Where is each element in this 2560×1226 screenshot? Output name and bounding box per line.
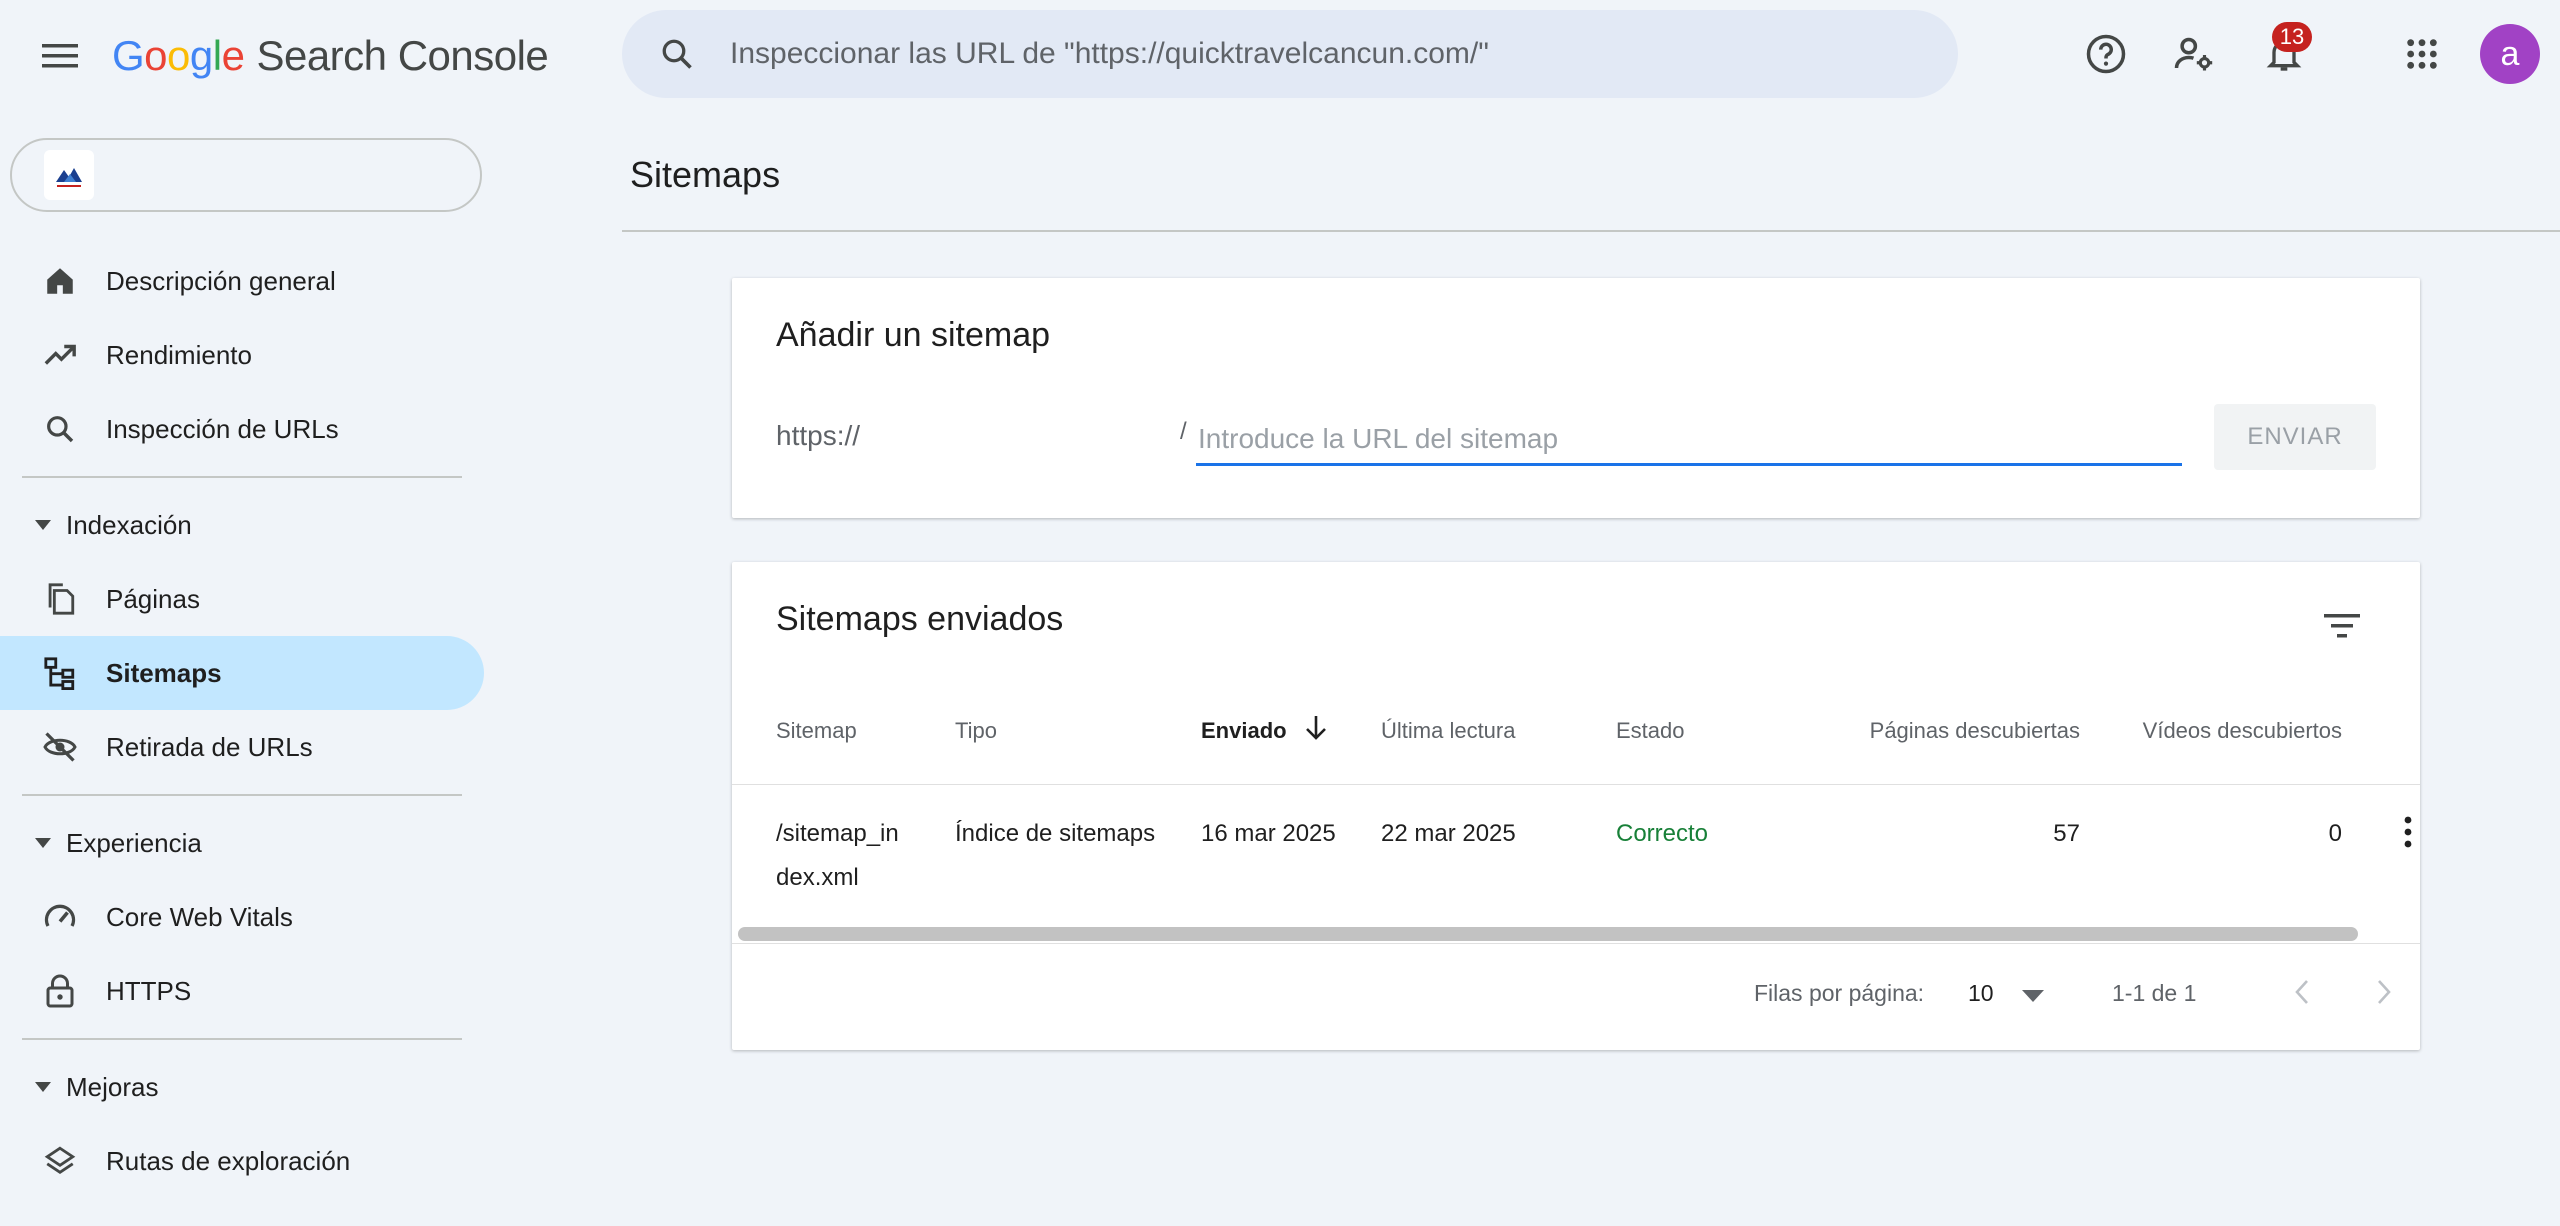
submitted-sitemaps-card: Sitemaps enviados Sitemap Tipo Enviado Ú… [732,562,2420,1050]
sitemap-icon [38,651,82,695]
add-sitemap-title: Añadir un sitemap [776,316,1051,354]
header-row-divider [732,784,2420,785]
notifications-badge: 13 [2272,22,2312,52]
column-header-last-read[interactable]: Última lectura [1381,718,1515,744]
sidebar-section-mejoras[interactable]: Mejoras [0,1050,484,1124]
top-app-bar: Google Search Console Inspeccionar las U… [0,0,2560,108]
cell-sitemap: /sitemap_in dex.xml [776,820,899,891]
cell-videos-discovered: 0 [2328,820,2342,847]
sidebar-item-overview[interactable]: Descripción general [0,244,484,318]
submit-sitemap-button[interactable]: ENVIAR [2214,404,2376,470]
column-header-sitemap[interactable]: Sitemap [776,718,857,744]
column-header-type[interactable]: Tipo [955,718,997,744]
column-header-pages-discovered[interactable]: Páginas descubiertas [1780,718,2080,744]
column-header-submitted[interactable]: Enviado [1201,718,1287,744]
home-icon [38,259,82,303]
more-vert-icon [2404,816,2412,848]
sidebar-item-https[interactable]: HTTPS [0,954,484,1028]
chevron-right-icon [2378,980,2391,1004]
users-settings-button[interactable] [2166,26,2222,82]
sidebar-section-indexacion[interactable]: Indexación [0,488,484,562]
previous-page-button[interactable] [2280,970,2324,1014]
sidebar-item-url-inspection[interactable]: Inspección de URLs [0,392,484,466]
cell-last-read: 22 mar 2025 [1381,820,1516,847]
filter-list-icon [2324,614,2360,638]
cell-pages-discovered: 57 [2053,820,2080,847]
sidebar-section-experiencia[interactable]: Experiencia [0,806,484,880]
help-button[interactable] [2078,26,2134,82]
nav-divider [22,476,462,478]
sidebar-nav: Descripción general Rendimiento Inspecci… [0,244,484,1198]
apps-grid-icon [2407,39,2437,69]
pagination-range: 1-1 de 1 [2112,980,2197,1006]
cell-type: Índice de sitemaps [955,820,1156,847]
sort-arrow-down-icon[interactable] [1304,714,1328,742]
next-page-button[interactable] [2362,970,2406,1014]
horizontal-scrollbar[interactable] [732,922,2420,944]
sidebar-item-sitemaps[interactable]: Sitemaps [0,636,484,710]
url-inspection-search[interactable]: Inspeccionar las URL de "https://quicktr… [622,10,1958,98]
rows-per-page-label: Filas por página: [1754,980,1925,1006]
chevron-left-icon [2295,980,2308,1004]
visibility-off-icon [38,725,82,769]
account-avatar[interactable]: a [2480,24,2540,84]
sitemap-url-prefix: https:// [776,420,861,451]
row-more-button[interactable] [2398,810,2418,854]
property-favicon [44,150,94,200]
title-divider [622,230,2560,232]
sidebar-item-pages[interactable]: Páginas [0,562,484,636]
pages-icon [38,577,82,621]
page-title: Sitemaps [630,154,781,195]
scrollbar-thumb[interactable] [738,927,2358,941]
dropdown-arrow-icon[interactable] [2022,990,2044,1002]
site-logo-icon [56,168,82,187]
speed-icon [38,895,82,939]
sidebar-item-performance[interactable]: Rendimiento [0,318,484,392]
trending-up-icon [38,333,82,377]
submitted-sitemaps-title: Sitemaps enviados [776,600,1064,638]
nav-divider [22,794,462,796]
lock-icon [38,969,82,1013]
sidebar-item-removals[interactable]: Retirada de URLs [0,710,484,784]
property-selector[interactable] [10,138,482,212]
nav-divider [22,1038,462,1040]
caret-down-icon [34,516,52,534]
menu-icon [42,44,78,68]
help-icon [2086,34,2126,74]
caret-down-icon [34,1078,52,1096]
cell-submitted: 16 mar 2025 [1201,820,1336,847]
sitemap-url-slash: / [1180,418,1187,445]
cell-status: Correcto [1616,820,1709,847]
product-name: Search Console [256,32,549,79]
google-apps-button[interactable] [2394,26,2450,82]
main-menu-button[interactable] [34,30,86,82]
google-search-console-logo[interactable]: Google Search Console [112,30,549,82]
caret-down-icon [34,834,52,852]
layers-icon [38,1139,82,1183]
search-placeholder: Inspeccionar las URL de "https://quicktr… [730,37,1489,70]
column-header-videos-discovered[interactable]: Vídeos descubiertos [2042,718,2342,744]
search-icon [38,407,82,451]
add-sitemap-card: Añadir un sitemap https:// / ENVIAR [732,278,2420,518]
manage-accounts-icon [2174,37,2213,71]
rows-per-page-select[interactable]: 10 [1968,980,1994,1007]
column-header-status[interactable]: Estado [1616,718,1685,744]
sidebar-item-breadcrumbs[interactable]: Rutas de exploración [0,1124,484,1198]
filter-button[interactable] [2310,594,2374,658]
sitemap-url-input[interactable] [1196,408,2182,466]
sidebar-item-core-web-vitals[interactable]: Core Web Vitals [0,880,484,954]
search-icon [652,29,702,79]
